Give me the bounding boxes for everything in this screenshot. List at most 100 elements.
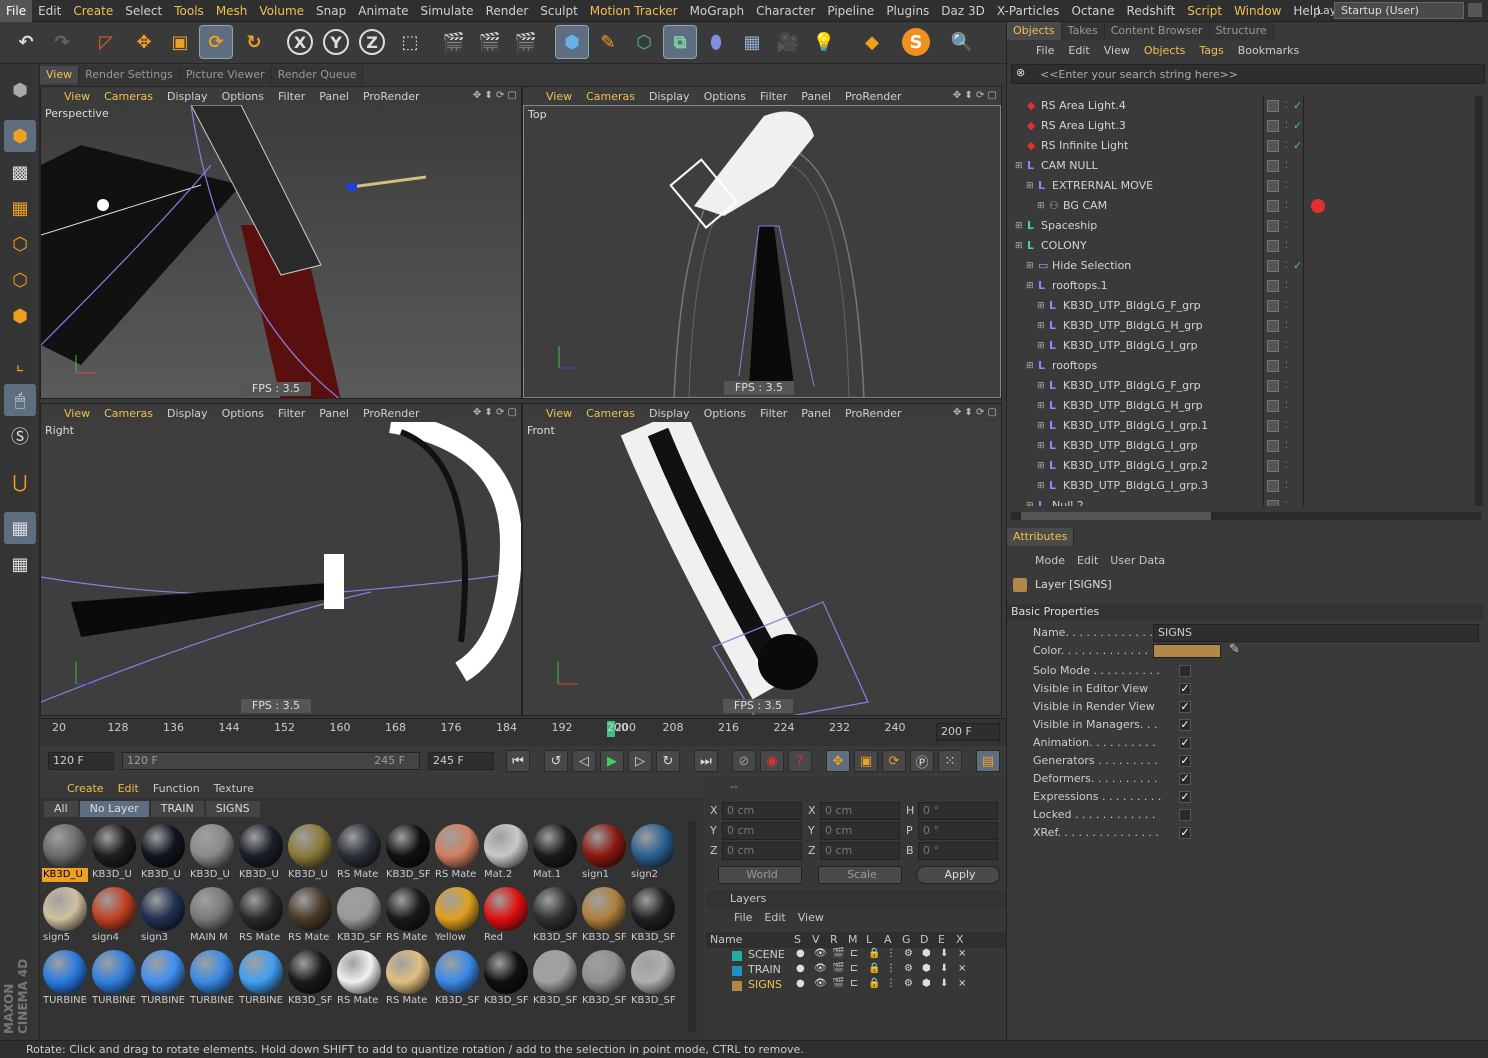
- attribute-checkbox[interactable]: ✓: [1179, 755, 1191, 767]
- material-menu-create[interactable]: Create: [60, 782, 111, 795]
- texture-mode-icon[interactable]: ▩: [4, 156, 36, 188]
- render-region-icon[interactable]: ▦: [4, 548, 36, 580]
- snap-icon[interactable]: ⋃: [4, 466, 36, 498]
- enabled-check-icon[interactable]: ✓: [1293, 116, 1302, 136]
- expand-icon[interactable]: ⊞: [1026, 176, 1034, 196]
- attributes-menu-edit[interactable]: Edit: [1071, 554, 1104, 567]
- viewport-menu-view[interactable]: View: [57, 90, 97, 103]
- object-row[interactable]: ⊞ L Null.2 ⁚: [1007, 496, 1475, 506]
- viewport-top[interactable]: View Cameras Display Options Filter Panel ProR…: [522, 86, 1002, 399]
- enabled-check-icon[interactable]: ✓: [1293, 96, 1302, 116]
- menu-mograph[interactable]: MoGraph: [684, 0, 751, 22]
- viewport-menu-display[interactable]: Display: [642, 407, 697, 420]
- object-row[interactable]: ⊞ Lrooftops.1 ⁚: [1007, 276, 1475, 296]
- layer-toggle-icon[interactable]: ⋮: [886, 978, 896, 989]
- tab-view[interactable]: View: [40, 66, 80, 84]
- layer-toggle-icon[interactable]: ⨯: [958, 978, 966, 989]
- expand-icon[interactable]: ⊞: [1037, 456, 1045, 476]
- object-row[interactable]: ⊞ L CAM NULL ⁚: [1007, 156, 1475, 176]
- material-swatch[interactable]: KB3D_SF: [532, 885, 578, 945]
- coord-rotation-field[interactable]: 0 °: [918, 842, 998, 860]
- coord-rotation-field[interactable]: 0 °: [918, 802, 998, 820]
- layer-toggle-icon[interactable]: ⊏: [850, 963, 858, 974]
- visibility-dots-icon[interactable]: ⁚: [1285, 276, 1288, 296]
- layer-edit-icon[interactable]: [1267, 460, 1279, 472]
- material-swatch[interactable]: sign5: [42, 885, 88, 945]
- viewport-right[interactable]: View Cameras Display Options Filter Panel ProR…: [40, 403, 522, 716]
- layer-edit-icon[interactable]: [1267, 260, 1279, 272]
- object-row[interactable]: ⊞ L KB3D_UTP_BldgLG_I_grp ⁚: [1007, 336, 1475, 356]
- key-rotation-icon[interactable]: ⟳: [882, 750, 906, 772]
- menu-octane[interactable]: Octane: [1065, 0, 1120, 22]
- layer-edit-icon[interactable]: [1267, 100, 1279, 112]
- menu-pipeline[interactable]: Pipeline: [821, 0, 880, 22]
- material-swatch[interactable]: KB3D_SF: [287, 948, 333, 1008]
- expand-icon[interactable]: ⊞: [1037, 396, 1045, 416]
- expand-icon[interactable]: ⊞: [1037, 316, 1045, 336]
- material-swatch[interactable]: KB3D_SF: [532, 948, 578, 1008]
- material-swatch[interactable]: KB3D_SF: [581, 948, 627, 1008]
- layer-toggle-icon[interactable]: ⬢: [922, 963, 931, 974]
- points-mode-icon[interactable]: ⬡: [4, 228, 36, 260]
- menu-daz-3d[interactable]: Daz 3D: [935, 0, 991, 22]
- viewport-menu-prorender[interactable]: ProRender: [356, 407, 427, 420]
- viewport-menu-cameras[interactable]: Cameras: [97, 407, 160, 420]
- viewport-menu-display[interactable]: Display: [160, 90, 215, 103]
- tab-content-browser[interactable]: Content Browser: [1104, 22, 1210, 40]
- layer-row[interactable]: SCENE ● 👁 🎬 ⊏ 🔒 ⋮ ⚙ ⬢ ⬇ ⨯: [706, 948, 1006, 963]
- enabled-check-icon[interactable]: ✓: [1293, 136, 1302, 156]
- object-menu-view[interactable]: View: [1097, 44, 1137, 57]
- viewport-menu-options[interactable]: Options: [215, 90, 271, 103]
- visibility-dots-icon[interactable]: ⁚: [1285, 136, 1288, 156]
- material-scrollbar[interactable]: [688, 822, 696, 1032]
- subdivision-icon[interactable]: ⬡: [628, 26, 660, 58]
- layer-edit-icon[interactable]: [1267, 440, 1279, 452]
- array-icon[interactable]: ⧉: [663, 25, 697, 59]
- material-swatch[interactable]: KB3D_U: [42, 822, 88, 882]
- viewport-nav-icons[interactable]: ✥ ⬍ ⟳ ▢: [473, 407, 517, 418]
- material-swatch[interactable]: TURBINE: [189, 948, 235, 1008]
- key-scale-icon[interactable]: ▣: [854, 750, 878, 772]
- tab-structure[interactable]: Structure: [1209, 22, 1274, 40]
- menu-simulate[interactable]: Simulate: [415, 0, 480, 22]
- layers-menu-file[interactable]: File: [728, 911, 758, 924]
- material-swatch[interactable]: RS Mate: [336, 948, 382, 1008]
- record-icon[interactable]: ⊘: [732, 750, 756, 772]
- attribute-checkbox[interactable]: ✓: [1179, 719, 1191, 731]
- viewport-menu-options[interactable]: Options: [697, 407, 753, 420]
- object-row[interactable]: ⊞ L KB3D_UTP_BldgLG_I_grp ⁚: [1007, 436, 1475, 456]
- material-swatch[interactable]: RS Mate: [238, 885, 284, 945]
- axis-mode-icon[interactable]: ⌞: [4, 348, 36, 380]
- eyedropper-icon[interactable]: ✎: [1229, 642, 1240, 657]
- visibility-dots-icon[interactable]: ⁚: [1285, 496, 1288, 506]
- viewport-menu-prorender[interactable]: ProRender: [356, 90, 427, 103]
- expand-icon[interactable]: ⊞: [1026, 276, 1034, 296]
- object-row[interactable]: ◆ RS Infinite Light ⁚ ✓: [1007, 136, 1475, 156]
- key-position-icon[interactable]: ✥: [826, 750, 850, 772]
- layer-toggle-icon[interactable]: ⚙: [904, 978, 913, 989]
- go-to-start-icon[interactable]: ⏮: [506, 750, 530, 772]
- material-swatch[interactable]: TURBINE: [91, 948, 137, 1008]
- expand-icon[interactable]: ⊞: [1037, 196, 1045, 216]
- timeline-window-icon[interactable]: ▤: [976, 750, 1000, 772]
- camera-tag-icon[interactable]: [1311, 199, 1325, 213]
- object-menu-objects[interactable]: Objects: [1137, 44, 1193, 57]
- coord-rotation-field[interactable]: 0 °: [918, 822, 998, 840]
- play-icon[interactable]: ▶: [600, 750, 624, 772]
- visibility-dots-icon[interactable]: ⁚: [1285, 256, 1288, 276]
- object-row[interactable]: ⊞ L KB3D_UTP_BldgLG_F_grp ⁚: [1007, 296, 1475, 316]
- material-swatch[interactable]: KB3D_SF: [336, 885, 382, 945]
- next-key-icon[interactable]: ↻: [656, 750, 680, 772]
- menu-script[interactable]: Script: [1181, 0, 1228, 22]
- expand-icon[interactable]: ⊞: [1037, 416, 1045, 436]
- material-menu-edit[interactable]: Edit: [111, 782, 146, 795]
- layer-toggle-icon[interactable]: ●: [796, 948, 805, 959]
- expand-icon[interactable]: ⊞: [1015, 216, 1023, 236]
- expand-icon[interactable]: ⊞: [1037, 336, 1045, 356]
- object-row[interactable]: ⊞ L EXTRERNAL MOVE ⁚: [1007, 176, 1475, 196]
- viewport-menu-options[interactable]: Options: [697, 90, 753, 103]
- viewport-perspective[interactable]: View Cameras Display Options Filter Panel ProR…: [40, 86, 522, 399]
- search-bar[interactable]: ⊗ <<Enter your search string here>>: [1011, 64, 1485, 84]
- viewport-menu-display[interactable]: Display: [160, 407, 215, 420]
- next-frame-icon[interactable]: ▷: [628, 750, 652, 772]
